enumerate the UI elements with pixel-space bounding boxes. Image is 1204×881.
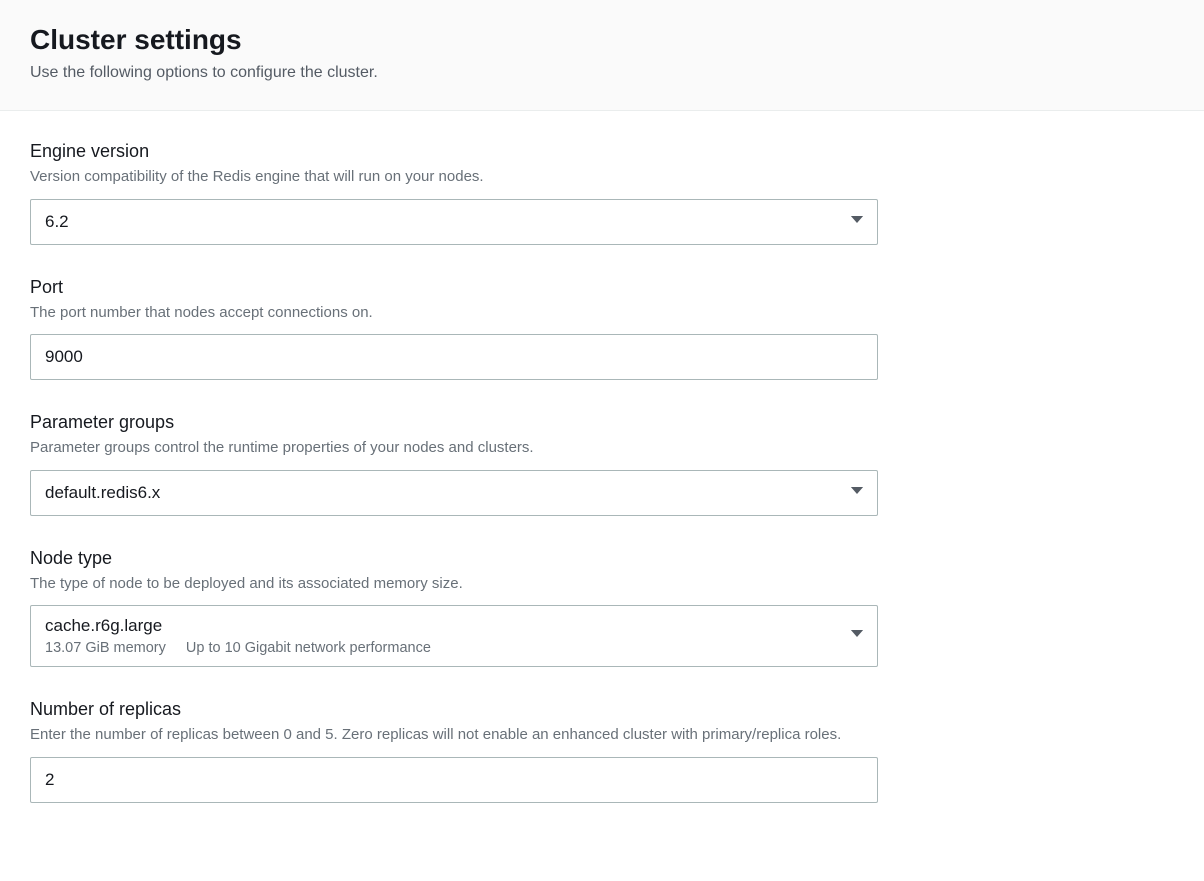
number-of-replicas-label: Number of replicas <box>30 699 1174 720</box>
engine-version-group: Engine version Version compatibility of … <box>30 141 1174 245</box>
number-of-replicas-group: Number of replicas Enter the number of r… <box>30 699 1174 803</box>
page-description: Use the following options to configure t… <box>30 64 1174 82</box>
cluster-settings-header: Cluster settings Use the following optio… <box>0 0 1204 111</box>
node-type-network: Up to 10 Gigabit network performance <box>186 640 431 656</box>
parameter-groups-group: Parameter groups Parameter groups contro… <box>30 412 1174 516</box>
number-of-replicas-input[interactable] <box>30 757 878 803</box>
node-type-group: Node type The type of node to be deploye… <box>30 548 1174 668</box>
node-type-hint: The type of node to be deployed and its … <box>30 573 1174 596</box>
parameter-groups-hint: Parameter groups control the runtime pro… <box>30 437 1174 460</box>
node-type-select[interactable]: cache.r6g.large 13.07 GiB memory Up to 1… <box>30 605 878 667</box>
port-input[interactable] <box>30 334 878 380</box>
engine-version-label: Engine version <box>30 141 1174 162</box>
port-label: Port <box>30 277 1174 298</box>
engine-version-select[interactable]: 6.2 <box>30 199 878 245</box>
node-type-memory: 13.07 GiB memory <box>45 640 166 656</box>
port-hint: The port number that nodes accept connec… <box>30 302 1174 325</box>
node-type-details: 13.07 GiB memory Up to 10 Gigabit networ… <box>45 640 431 656</box>
cluster-settings-form: Engine version Version compatibility of … <box>0 111 1204 833</box>
engine-version-value: 6.2 <box>45 212 69 232</box>
page-title: Cluster settings <box>30 24 1174 56</box>
parameter-groups-label: Parameter groups <box>30 412 1174 433</box>
engine-version-hint: Version compatibility of the Redis engin… <box>30 166 1174 189</box>
node-type-label: Node type <box>30 548 1174 569</box>
node-type-value: cache.r6g.large <box>45 616 162 636</box>
parameter-groups-value: default.redis6.x <box>45 483 160 503</box>
number-of-replicas-hint: Enter the number of replicas between 0 a… <box>30 724 1174 747</box>
parameter-groups-select[interactable]: default.redis6.x <box>30 470 878 516</box>
port-group: Port The port number that nodes accept c… <box>30 277 1174 381</box>
